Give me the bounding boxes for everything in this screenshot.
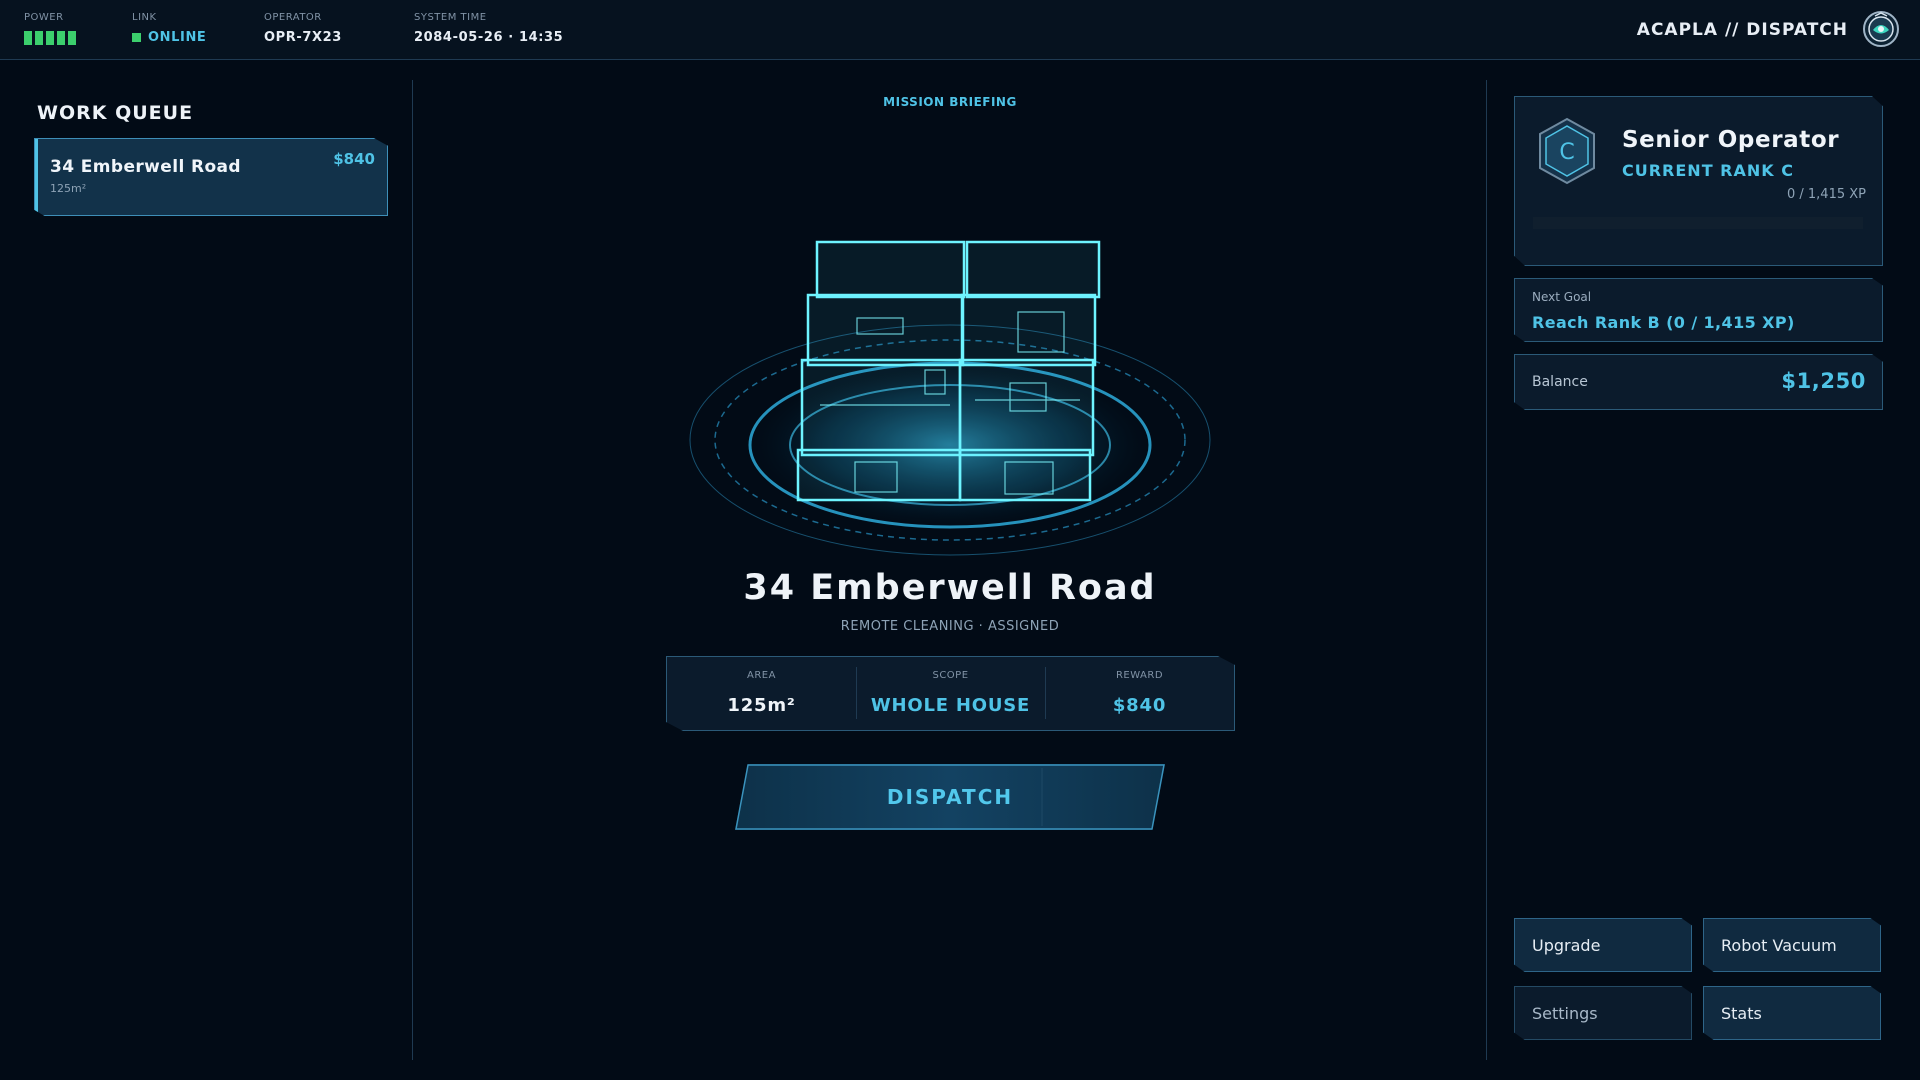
stat-scope-label: SCOPE — [932, 670, 969, 681]
rank-title: Senior Operator — [1622, 127, 1840, 153]
next-goal-label: Next Goal — [1532, 290, 1592, 304]
stat-reward-value: $840 — [1112, 695, 1167, 716]
mission-subtitle: REMOTE CLEANING · ASSIGNED — [840, 619, 1060, 634]
xp-progress-bar — [1533, 217, 1863, 229]
rank-badge-letter: C — [1559, 140, 1574, 165]
top-status-bar: POWER LINK ONLINE OPERATOR OPR-7X23 SYST… — [0, 0, 1920, 60]
balance-label: Balance — [1532, 374, 1588, 390]
stats-button[interactable]: Stats — [1703, 986, 1881, 1040]
hexagon-rank-badge-icon: C — [1539, 117, 1595, 185]
left-panel-divider — [412, 80, 413, 1060]
xp-counter: 0 / 1,415 XP — [1786, 187, 1866, 202]
stat-reward-label: REWARD — [1115, 670, 1164, 681]
brand-title: ACAPLA // DISPATCH — [1636, 20, 1848, 40]
system-time-indicator: SYSTEM TIME 2084-05-26 · 14:35 — [414, 12, 563, 45]
settings-button[interactable]: Settings — [1514, 986, 1692, 1040]
work-queue-item-name: 34 Emberwell Road — [50, 157, 242, 177]
work-queue-item-area: 125m² — [50, 182, 87, 195]
mission-title: 34 Emberwell Road — [743, 568, 1157, 608]
link-status: ONLINE — [132, 30, 206, 45]
balance-value: $1,250 — [1781, 369, 1866, 393]
stat-reward: REWARD $840 — [1045, 657, 1234, 730]
power-bar-segment — [46, 31, 54, 45]
robot-vacuum-button[interactable]: Robot Vacuum — [1703, 918, 1881, 972]
stat-scope-value: WHOLE HOUSE — [870, 695, 1031, 716]
power-bar-segment — [57, 31, 65, 45]
mission-stats: AREA 125m² SCOPE WHOLE HOUSE REWARD $840 — [666, 656, 1235, 731]
power-indicator: POWER — [24, 12, 76, 45]
right-panel-divider — [1486, 80, 1487, 1060]
stat-area: AREA 125m² — [667, 657, 856, 730]
robot-vacuum-emblem-icon — [1863, 11, 1899, 47]
operator-indicator: OPERATOR OPR-7X23 — [264, 12, 342, 45]
power-bar-segment — [68, 31, 76, 45]
power-bar-segment — [24, 31, 32, 45]
link-indicator: LINK ONLINE — [132, 12, 206, 45]
power-label: POWER — [24, 12, 64, 23]
status-dot-icon — [132, 33, 141, 42]
operator-label: OPERATOR — [264, 12, 322, 23]
link-label: LINK — [132, 12, 157, 23]
power-level-bars — [24, 31, 76, 45]
power-bar-segment — [35, 31, 43, 45]
work-queue-item-price: $840 — [333, 150, 375, 168]
stat-area-label: AREA — [747, 670, 776, 681]
mission-briefing-label: MISSION BRIEFING — [883, 95, 1017, 109]
current-rank: CURRENT RANK C — [1622, 161, 1794, 180]
stat-scope: SCOPE WHOLE HOUSE — [856, 657, 1045, 730]
work-queue-title: WORK QUEUE — [37, 102, 194, 124]
next-goal-card: Next Goal Reach Rank B (0 / 1,415 XP) — [1514, 278, 1883, 342]
dispatch-button[interactable]: DISPATCH — [735, 764, 1165, 830]
link-value: ONLINE — [148, 30, 207, 45]
house-hologram — [689, 240, 1211, 556]
balance-card: Balance $1,250 — [1514, 354, 1883, 410]
operator-value: OPR-7X23 — [264, 30, 342, 45]
upgrade-button[interactable]: Upgrade — [1514, 918, 1692, 972]
system-time-label: SYSTEM TIME — [414, 12, 487, 23]
stat-area-value: 125m² — [727, 695, 796, 716]
next-goal-value: Reach Rank B (0 / 1,415 XP) — [1532, 313, 1795, 332]
rank-card: C Senior Operator CURRENT RANK C 0 / 1,4… — [1514, 96, 1883, 266]
work-queue-item[interactable]: 34 Emberwell Road 125m² $840 — [34, 138, 388, 216]
system-time-value: 2084-05-26 · 14:35 — [414, 30, 564, 45]
